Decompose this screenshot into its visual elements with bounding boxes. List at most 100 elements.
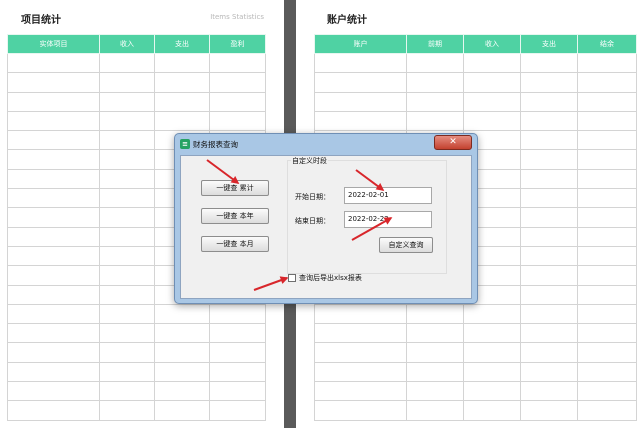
table-cell[interactable]: [99, 323, 155, 344]
table-cell[interactable]: [99, 130, 155, 151]
column-header[interactable]: 盈利: [209, 34, 266, 54]
table-cell[interactable]: [520, 72, 578, 93]
column-header[interactable]: 支出: [154, 34, 210, 54]
table-cell[interactable]: [154, 361, 210, 383]
table-cell[interactable]: [154, 303, 210, 325]
table-cell[interactable]: [577, 265, 637, 286]
table-cell[interactable]: [314, 110, 407, 132]
table-cell[interactable]: [406, 381, 464, 402]
table-cell[interactable]: [209, 91, 266, 112]
table-cell[interactable]: [520, 361, 578, 383]
table-cell[interactable]: [7, 361, 100, 383]
table-cell[interactable]: [7, 52, 100, 74]
table-cell[interactable]: [520, 303, 578, 325]
table-cell[interactable]: [406, 342, 464, 363]
table-cell[interactable]: [7, 342, 100, 363]
table-cell[interactable]: [406, 52, 464, 74]
table-cell[interactable]: [520, 381, 578, 402]
table-cell[interactable]: [577, 381, 637, 402]
table-cell[interactable]: [7, 381, 100, 402]
table-cell[interactable]: [99, 168, 155, 190]
table-cell[interactable]: [463, 110, 521, 132]
table-cell[interactable]: [463, 303, 521, 325]
table-cell[interactable]: [577, 91, 637, 112]
table-cell[interactable]: [99, 381, 155, 402]
table-cell[interactable]: [209, 303, 266, 325]
table-cell[interactable]: [209, 110, 266, 132]
table-cell[interactable]: [577, 400, 637, 421]
table-cell[interactable]: [99, 188, 155, 209]
column-header[interactable]: 账户: [314, 34, 407, 54]
export-xlsx-label[interactable]: 查询后导出xlsx报表: [299, 273, 362, 283]
table-cell[interactable]: [520, 323, 578, 344]
table-cell[interactable]: [314, 91, 407, 112]
table-cell[interactable]: [577, 207, 637, 228]
table-cell[interactable]: [99, 226, 155, 247]
table-cell[interactable]: [209, 361, 266, 383]
query-this-month-button[interactable]: 一键查 本月: [201, 236, 269, 252]
table-cell[interactable]: [7, 149, 100, 170]
table-cell[interactable]: [209, 323, 266, 344]
table-cell[interactable]: [577, 72, 637, 93]
table-cell[interactable]: [154, 72, 210, 93]
table-cell[interactable]: [7, 130, 100, 151]
table-cell[interactable]: [99, 245, 155, 267]
table-cell[interactable]: [314, 72, 407, 93]
table-cell[interactable]: [406, 400, 464, 421]
table-cell[interactable]: [7, 400, 100, 421]
table-cell[interactable]: [520, 130, 578, 151]
table-cell[interactable]: [577, 110, 637, 132]
table-cell[interactable]: [463, 52, 521, 74]
table-cell[interactable]: [209, 381, 266, 402]
table-cell[interactable]: [314, 400, 407, 421]
table-cell[interactable]: [209, 342, 266, 363]
table-cell[interactable]: [99, 303, 155, 325]
table-cell[interactable]: [406, 303, 464, 325]
table-cell[interactable]: [520, 342, 578, 363]
table-cell[interactable]: [406, 323, 464, 344]
column-header[interactable]: 前期: [406, 34, 464, 54]
table-cell[interactable]: [7, 72, 100, 93]
column-header[interactable]: 支出: [520, 34, 578, 54]
table-cell[interactable]: [314, 52, 407, 74]
table-cell[interactable]: [7, 323, 100, 344]
table-cell[interactable]: [7, 284, 100, 305]
table-cell[interactable]: [99, 284, 155, 305]
table-cell[interactable]: [463, 72, 521, 93]
table-cell[interactable]: [577, 303, 637, 325]
table-cell[interactable]: [154, 323, 210, 344]
table-cell[interactable]: [577, 52, 637, 74]
table-cell[interactable]: [520, 226, 578, 247]
table-cell[interactable]: [577, 245, 637, 267]
table-cell[interactable]: [154, 52, 210, 74]
table-cell[interactable]: [7, 245, 100, 267]
table-cell[interactable]: [7, 265, 100, 286]
table-cell[interactable]: [99, 52, 155, 74]
table-cell[interactable]: [7, 303, 100, 325]
table-cell[interactable]: [520, 110, 578, 132]
table-cell[interactable]: [7, 168, 100, 190]
table-cell[interactable]: [577, 130, 637, 151]
table-cell[interactable]: [463, 400, 521, 421]
table-cell[interactable]: [463, 361, 521, 383]
table-cell[interactable]: [7, 188, 100, 209]
column-header[interactable]: 结余: [577, 34, 637, 54]
table-cell[interactable]: [577, 226, 637, 247]
table-cell[interactable]: [7, 110, 100, 132]
table-cell[interactable]: [463, 342, 521, 363]
table-cell[interactable]: [154, 91, 210, 112]
table-cell[interactable]: [154, 400, 210, 421]
table-cell[interactable]: [577, 361, 637, 383]
table-cell[interactable]: [99, 400, 155, 421]
table-cell[interactable]: [577, 149, 637, 170]
table-cell[interactable]: [406, 72, 464, 93]
table-cell[interactable]: [406, 361, 464, 383]
table-cell[interactable]: [99, 91, 155, 112]
table-cell[interactable]: [577, 168, 637, 190]
start-date-input[interactable]: 2022-02-01: [344, 187, 432, 204]
query-this-year-button[interactable]: 一键查 本年: [201, 208, 269, 224]
table-cell[interactable]: [520, 52, 578, 74]
column-header[interactable]: 实体项目: [7, 34, 100, 54]
table-cell[interactable]: [520, 400, 578, 421]
end-date-input[interactable]: 2022-02-22: [344, 211, 432, 228]
